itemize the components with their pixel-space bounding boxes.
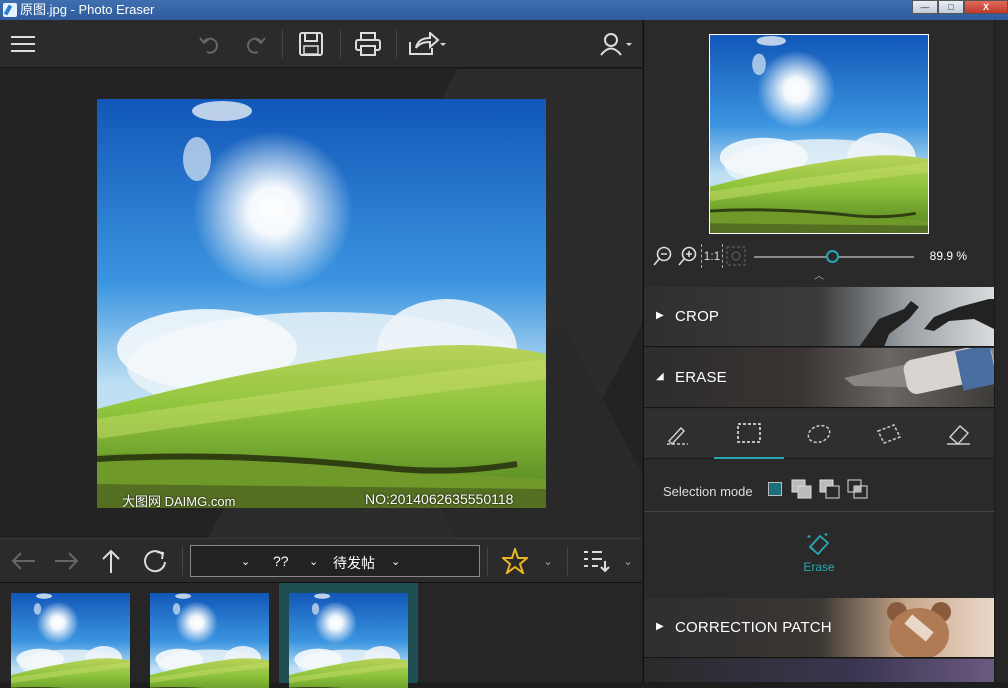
- eraser-tool-icon[interactable]: [924, 409, 994, 459]
- mode-intersect-icon[interactable]: [847, 479, 869, 499]
- navigator-preview[interactable]: [709, 34, 929, 234]
- watermark-left: 大图网 DAIMG.com: [122, 494, 236, 508]
- image-canvas[interactable]: 大图网 DAIMG.com NO:20140626355501​18: [0, 69, 642, 538]
- actual-size-icon[interactable]: 1:1: [701, 244, 723, 268]
- crop-hands-image: [859, 299, 994, 346]
- title-bar: 原图.jpg - Photo Eraser — □ X: [0, 0, 1008, 20]
- zoom-slider-knob[interactable]: [826, 250, 839, 263]
- zoom-in-icon[interactable]: [677, 244, 699, 268]
- star-icon[interactable]: [500, 545, 530, 577]
- selection-mode-row: Selection mode: [644, 460, 994, 512]
- brush-tool-icon[interactable]: [644, 409, 714, 459]
- correction-patch-panel-title: CORRECTION PATCH: [675, 619, 832, 636]
- zoom-out-icon[interactable]: [652, 244, 674, 268]
- expand-arrow-icon: ▶: [656, 310, 664, 321]
- print-icon[interactable]: [352, 28, 384, 60]
- zoom-value: 89.9 %: [929, 249, 967, 263]
- menu-icon[interactable]: [8, 28, 38, 60]
- navbar-divider: [182, 547, 183, 575]
- window-controls: — □ X: [912, 0, 1008, 14]
- toolbar-divider: [282, 30, 283, 58]
- toolbar-divider: [340, 30, 341, 58]
- navbar-divider: [487, 547, 488, 575]
- erase-button[interactable]: Erase: [794, 531, 844, 574]
- thumbnail-selected[interactable]: [289, 593, 408, 688]
- collapse-chevron-icon[interactable]: ︿: [812, 268, 826, 282]
- erase-panel-title: ERASE: [675, 369, 727, 386]
- user-icon[interactable]: [598, 28, 638, 60]
- sort-list-icon[interactable]: [580, 545, 612, 577]
- chevron-down-icon[interactable]: ⌄: [391, 555, 400, 568]
- panel-edge-scrollbar[interactable]: [994, 20, 1008, 682]
- undo-icon[interactable]: [195, 28, 225, 60]
- folder-path-combo[interactable]: ⌄ ?? ⌄ 待发帖 ⌄: [190, 545, 480, 577]
- erase-panel-header[interactable]: ◢ ERASE: [644, 348, 994, 408]
- erase-pencil-image: [844, 348, 994, 395]
- teddy-bear-image: [887, 602, 951, 657]
- mode-add-icon[interactable]: [791, 479, 813, 499]
- chevron-down-icon[interactable]: ⌄: [620, 545, 636, 577]
- ellipse-select-icon[interactable]: [784, 409, 854, 459]
- magic-eraser-icon: [807, 533, 830, 556]
- chevron-down-icon[interactable]: ⌄: [309, 555, 318, 568]
- refresh-icon[interactable]: [140, 545, 170, 577]
- watermark-right: NO:20140626355501​18: [365, 491, 514, 507]
- share-icon[interactable]: [407, 28, 449, 60]
- forward-arrow-icon[interactable]: [52, 545, 82, 577]
- expand-arrow-icon: ▶: [656, 621, 664, 632]
- up-arrow-icon[interactable]: [96, 545, 126, 577]
- thumbnail-strip: [0, 582, 642, 682]
- redo-icon[interactable]: [240, 28, 270, 60]
- toolbar-divider: [396, 30, 397, 58]
- app-icon: [3, 3, 17, 17]
- selection-mode-label: Selection mode: [663, 484, 753, 499]
- minimize-button[interactable]: —: [912, 0, 938, 14]
- crop-panel-header[interactable]: ▶ CROP: [644, 287, 994, 347]
- main-toolbar: [0, 20, 642, 68]
- crop-panel-title: CROP: [675, 308, 720, 325]
- collapse-arrow-icon: ◢: [656, 371, 664, 382]
- erase-button-label: Erase: [803, 560, 835, 574]
- thumbnail[interactable]: [150, 593, 269, 688]
- browser-navbar: ⌄ ?? ⌄ 待发帖 ⌄ ⌄ ⌄: [0, 538, 642, 582]
- main-photo[interactable]: 大图网 DAIMG.com NO:20140626355501​18: [97, 99, 546, 508]
- landscape-image: [97, 99, 546, 508]
- close-button[interactable]: X: [964, 0, 1008, 14]
- maximize-button[interactable]: □: [938, 0, 964, 14]
- erase-tools-row: [644, 409, 994, 459]
- chevron-down-icon[interactable]: ⌄: [241, 555, 250, 568]
- correction-patch-panel-header[interactable]: ▶ CORRECTION PATCH: [644, 598, 994, 658]
- rect-select-icon[interactable]: [714, 409, 784, 459]
- next-panel-header-partial[interactable]: [644, 659, 994, 682]
- path-segment[interactable]: 待发帖: [333, 553, 375, 573]
- path-segment[interactable]: ??: [273, 553, 289, 569]
- fit-window-icon[interactable]: [725, 244, 747, 268]
- right-panel: 1:1 89.9 % ︿ ▶ CROP ◢ ERASE Selection mo…: [643, 20, 1008, 682]
- mode-new-icon[interactable]: [768, 482, 782, 496]
- zoom-controls: 1:1 89.9 % ︿: [644, 244, 1008, 282]
- save-icon[interactable]: [295, 28, 327, 60]
- polygon-select-icon[interactable]: [854, 409, 924, 459]
- mode-subtract-icon[interactable]: [819, 479, 841, 499]
- chevron-down-icon[interactable]: ⌄: [540, 545, 556, 577]
- erase-action-area: Erase: [644, 513, 994, 599]
- navbar-divider: [567, 547, 568, 575]
- back-arrow-icon[interactable]: [8, 545, 38, 577]
- thumbnail[interactable]: [11, 593, 130, 688]
- window-title: 原图.jpg - Photo Eraser: [20, 2, 155, 17]
